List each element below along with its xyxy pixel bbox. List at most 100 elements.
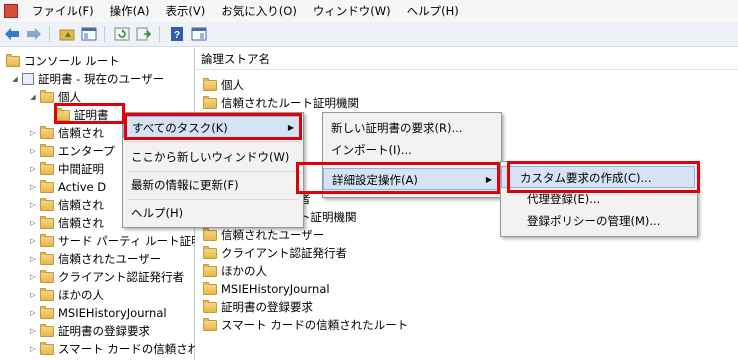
tree-item-label: Active D <box>58 180 107 194</box>
folder-icon <box>40 251 54 265</box>
menu-item-refresh[interactable]: 最新の情報に更新(F) <box>123 174 301 196</box>
folder-icon <box>203 95 217 109</box>
list-item-label: クライアント認証発行者 <box>221 246 348 260</box>
tree-item-label: MSIEHistoryJournal <box>58 306 167 320</box>
annotation-highlight-certificates <box>54 103 125 124</box>
folder-icon <box>40 305 54 319</box>
list-item-label: ト証明機関 <box>299 210 357 224</box>
tree-item-active-directory[interactable]: ▷ Active D <box>28 178 106 196</box>
export-list-icon[interactable] <box>134 24 154 44</box>
menu-item-request-new-cert[interactable]: 新しい証明書の要求(R)... <box>323 117 499 139</box>
menu-window[interactable]: ウィンドウ(W) <box>305 0 399 22</box>
expand-arrow-icon[interactable]: ▷ <box>28 345 38 353</box>
show-action-pane-icon[interactable] <box>189 24 209 44</box>
tree-item-label: 信頼されたユーザー <box>58 252 162 266</box>
menu-help[interactable]: ヘルプ(H) <box>399 0 467 22</box>
list-item[interactable]: MSIEHistoryJournal <box>201 280 330 298</box>
toolbar: ? <box>0 22 738 47</box>
tree-item-trusted-users[interactable]: ▷ 信頼されたユーザー <box>28 250 161 268</box>
list-item[interactable]: 信頼されたユーザー <box>201 226 324 244</box>
menu-favorites[interactable]: お気に入り(O) <box>213 0 305 22</box>
tree-item-label: 証明書 - 現在のユーザー <box>38 72 165 86</box>
tree-item-console-root[interactable]: コンソール ルート <box>4 52 120 70</box>
expand-arrow-icon[interactable]: ▷ <box>28 147 38 155</box>
expand-arrow-icon[interactable]: ▷ <box>28 183 38 191</box>
annotation-highlight-custom-request <box>507 161 700 193</box>
tree-item-other-people[interactable]: ▷ ほかの人 <box>28 286 104 304</box>
list-item-label: 個人 <box>221 78 244 92</box>
menu-separator <box>127 141 299 142</box>
expand-arrow-icon[interactable]: ▷ <box>28 309 38 317</box>
expand-arrow-icon[interactable]: ▷ <box>28 237 38 245</box>
folder-icon <box>203 281 217 295</box>
tree-item-smartcard[interactable]: ▷ スマート カードの信頼されたル <box>28 340 222 358</box>
expand-arrow-icon[interactable]: ▷ <box>28 201 38 209</box>
list-item[interactable]: 証明書の登録要求 <box>201 298 313 316</box>
folder-icon <box>40 323 54 337</box>
tree-item-label: 証明書の登録要求 <box>58 324 150 338</box>
back-icon[interactable] <box>2 24 22 44</box>
refresh-icon[interactable] <box>112 24 132 44</box>
expand-arrow-icon[interactable]: ▷ <box>28 273 38 281</box>
svg-text:?: ? <box>174 30 180 41</box>
menu-view[interactable]: 表示(V) <box>157 0 213 22</box>
menu-separator <box>127 171 299 172</box>
collapse-arrow-icon[interactable]: ◢ <box>28 93 38 101</box>
toolbar-separator <box>104 26 105 42</box>
tree-item-trusted-3[interactable]: ▷ 信頼され <box>28 214 104 232</box>
menu-file[interactable]: ファイル(F) <box>24 0 102 22</box>
forward-icon[interactable] <box>24 24 44 44</box>
folder-icon <box>203 299 217 313</box>
mmc-app-icon[interactable] <box>4 4 18 18</box>
tree-item-label: 信頼され <box>58 126 104 140</box>
folder-icon <box>203 317 217 331</box>
menu-item-manage-enrollment-policies[interactable]: 登録ポリシーの管理(M)... <box>501 210 695 232</box>
folder-icon <box>40 143 54 157</box>
tree-item-client-auth[interactable]: ▷ クライアント認証発行者 <box>28 268 184 286</box>
expand-arrow-icon[interactable]: ▷ <box>28 255 38 263</box>
tree-item-trusted-root[interactable]: ▷ 信頼され <box>28 124 104 142</box>
tree-item-intermediate[interactable]: ▷ 中間証明 <box>28 160 104 178</box>
show-hide-tree-icon[interactable] <box>79 24 99 44</box>
tree-item-label: ほかの人 <box>58 288 104 302</box>
menu-action[interactable]: 操作(A) <box>102 0 158 22</box>
folder-icon <box>40 89 54 103</box>
menu-separator <box>127 199 299 200</box>
list-item[interactable]: クライアント認証発行者 <box>201 244 347 262</box>
tree-item-trusted-2[interactable]: ▷ 信頼され <box>28 196 104 214</box>
folder-icon <box>40 161 54 175</box>
tree-item-label: エンタープ <box>58 144 115 158</box>
folder-icon <box>203 245 217 259</box>
menu-item-new-window[interactable]: ここから新しいウィンドウ(W) <box>123 146 301 168</box>
folder-icon <box>203 227 217 241</box>
collapse-arrow-icon[interactable]: ◢ <box>10 75 20 83</box>
expand-arrow-icon[interactable]: ▷ <box>28 291 38 299</box>
list-item[interactable]: ほかの人 <box>201 262 267 280</box>
folder-icon <box>40 179 54 193</box>
up-folder-icon[interactable] <box>57 24 77 44</box>
menu-item-help[interactable]: ヘルプ(H) <box>123 202 301 224</box>
list-item[interactable]: スマート カードの信頼されたルート <box>201 316 408 334</box>
list-item[interactable]: 個人 <box>201 76 244 94</box>
folder-icon <box>40 215 54 229</box>
folder-icon <box>203 263 217 277</box>
column-header-store-name[interactable]: 論理ストア名 <box>195 48 738 70</box>
tree-item-cert-current-user[interactable]: ◢ 証明書 - 現在のユーザー <box>10 70 164 88</box>
list-item-label: 信頼されたユーザー <box>221 228 325 242</box>
annotation-highlight-all-tasks <box>124 113 302 140</box>
list-item-label: スマート カードの信頼されたルート <box>221 318 409 332</box>
folder-icon <box>40 233 54 247</box>
list-item[interactable]: 信頼されたルート証明機関 <box>201 94 359 112</box>
tree-item-cert-enrollment[interactable]: ▷ 証明書の登録要求 <box>28 322 150 340</box>
menu-bar: ファイル(F) 操作(A) 表示(V) お気に入り(O) ウィンドウ(W) ヘル… <box>0 0 738 22</box>
tree-item-msie-history[interactable]: ▷ MSIEHistoryJournal <box>28 304 167 322</box>
help-icon[interactable]: ? <box>167 24 187 44</box>
expand-arrow-icon[interactable]: ▷ <box>28 165 38 173</box>
menu-item-import[interactable]: インポート(I)... <box>323 139 499 161</box>
expand-arrow-icon[interactable]: ▷ <box>28 219 38 227</box>
list-item-label: 証明書の登録要求 <box>221 300 313 314</box>
tree-item-enterprise[interactable]: ▷ エンタープ <box>28 142 115 160</box>
list-item[interactable]: ト証明機関 <box>299 208 357 226</box>
expand-arrow-icon[interactable]: ▷ <box>28 327 38 335</box>
expand-arrow-icon[interactable]: ▷ <box>28 129 38 137</box>
